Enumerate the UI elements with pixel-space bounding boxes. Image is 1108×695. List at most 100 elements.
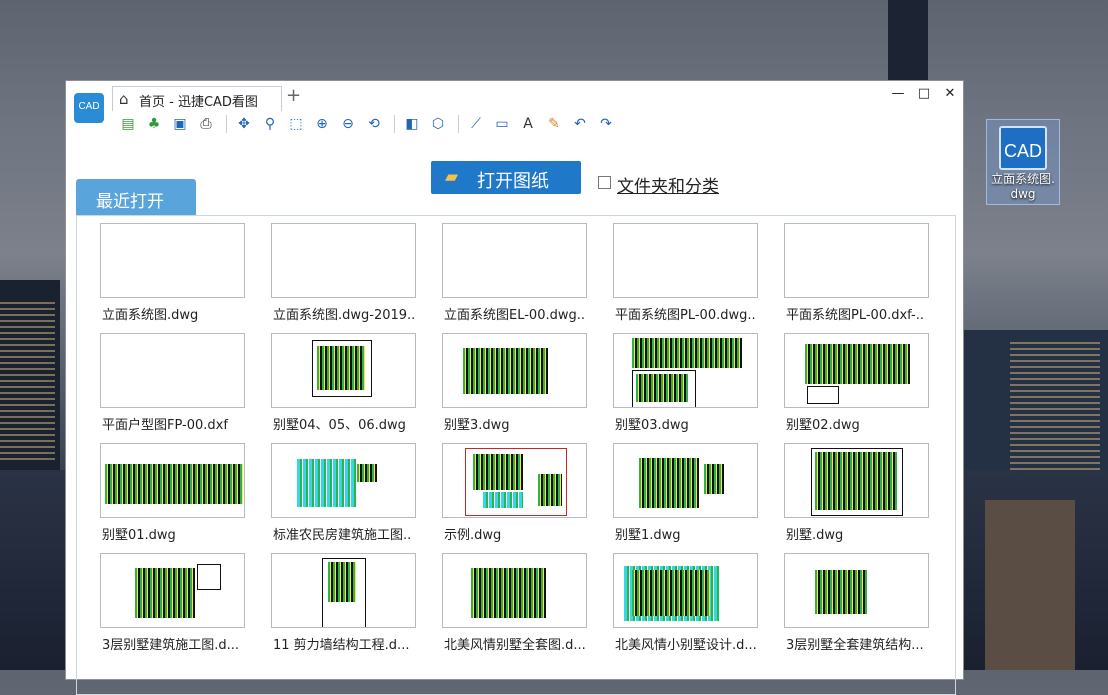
file-card[interactable]: 别墅01.dwg — [88, 443, 248, 553]
measure-rect-icon[interactable]: ▭ — [492, 114, 512, 134]
file-card[interactable]: 立面系统图EL-00.dwg.. — [430, 223, 590, 333]
file-card[interactable]: 北美风情别墅全套图.d... — [430, 553, 590, 663]
file-card[interactable]: 别墅03.dwg — [601, 333, 761, 443]
file-name: 立面系统图EL-00.dwg.. — [444, 308, 585, 323]
file-name: 北美风情别墅全套图.d... — [444, 638, 586, 653]
drawing-preview — [704, 464, 724, 494]
measure-line-icon[interactable]: ⟋ — [466, 114, 486, 134]
file-name: 别墅03.dwg — [615, 418, 689, 433]
file-thumbnail[interactable] — [271, 333, 416, 408]
file-thumbnail[interactable] — [442, 443, 587, 518]
file-name: 11 剪力墙结构工程.d... — [273, 638, 410, 653]
file-card[interactable]: 示例.dwg — [430, 443, 590, 553]
drawing-preview — [815, 570, 867, 614]
file-name: 别墅3.dwg — [444, 418, 510, 433]
file-card[interactable]: 3层别墅建筑施工图.d... — [88, 553, 248, 663]
file-thumbnail[interactable] — [613, 223, 758, 298]
zoom-previous-icon[interactable]: ⟲ — [364, 114, 384, 134]
undo-icon[interactable]: ↶ — [570, 114, 590, 134]
file-thumbnail[interactable] — [271, 223, 416, 298]
toolbar: ▤ ♣ ▣ ⎙ ✥ ⚲ ⬚ ⊕ ⊖ ⟲ ◧ ⬡ ⟋ ▭ A ✎ ↶ ↷ — [112, 112, 952, 136]
file-card[interactable]: 北美风情小别墅设计.d... — [601, 553, 761, 663]
pan-icon[interactable]: ✥ — [234, 114, 254, 134]
file-thumbnail[interactable] — [784, 443, 929, 518]
new-tab-button[interactable]: + — [286, 85, 301, 106]
minimize-button[interactable]: — — [887, 86, 909, 101]
drawing-preview — [471, 568, 546, 618]
desktop-file-icon[interactable]: CAD 立面系统图. dwg — [986, 119, 1060, 205]
open-drawing-button[interactable]: ▰ 打开图纸 — [431, 161, 581, 194]
file-card[interactable]: 3层别墅全套建筑结构... — [772, 553, 932, 663]
drawing-preview — [463, 348, 548, 394]
open-file-icon[interactable]: ▤ — [118, 114, 138, 134]
tab-home[interactable]: ⌂ 首页 - 迅捷CAD看图 — [112, 86, 282, 111]
file-card[interactable]: 立面系统图.dwg-2019.. — [259, 223, 419, 333]
zoom-window-icon[interactable]: ⚲ — [260, 114, 280, 134]
title-bar: CAD ⌂ 首页 - 迅捷CAD看图 + — □ ✕ — [66, 81, 963, 123]
file-thumbnail[interactable] — [613, 553, 758, 628]
drawing-preview — [473, 454, 523, 490]
file-name: 别墅04、05、06.dwg — [273, 418, 406, 433]
file-name: 别墅02.dwg — [786, 418, 860, 433]
file-thumbnail[interactable] — [100, 553, 245, 628]
text-icon[interactable]: A — [518, 114, 538, 134]
zoom-extents-icon[interactable]: ⬚ — [286, 114, 306, 134]
tab-recent[interactable]: 最近打开 — [76, 179, 196, 216]
file-card[interactable]: 别墅02.dwg — [772, 333, 932, 443]
folder-sort-label[interactable]: 文件夹和分类 — [617, 172, 719, 197]
file-thumbnail[interactable] — [442, 333, 587, 408]
file-name: 3层别墅建筑施工图.d... — [102, 638, 240, 653]
3d-view-icon[interactable]: ⬡ — [428, 114, 448, 134]
file-card[interactable]: 平面户型图FP-00.dxf — [88, 333, 248, 443]
maximize-button[interactable]: □ — [913, 86, 935, 101]
file-card[interactable]: 别墅1.dwg — [601, 443, 761, 553]
recent-tab-label: 最近打开 — [96, 192, 164, 212]
desktop-file-label: 立面系统图. dwg — [991, 172, 1055, 201]
file-thumbnail[interactable] — [100, 223, 245, 298]
drawing-preview — [815, 452, 897, 510]
file-name: 立面系统图.dwg — [102, 308, 199, 323]
file-thumbnail[interactable] — [271, 553, 416, 628]
file-card[interactable]: 立面系统图.dwg — [88, 223, 248, 333]
file-card[interactable]: 别墅04、05、06.dwg — [259, 333, 419, 443]
drawing-preview — [483, 492, 523, 508]
app-logo-icon: CAD — [74, 93, 104, 123]
file-card[interactable]: 平面系统图PL-00.dxf-.. — [772, 223, 932, 333]
file-card[interactable]: 平面系统图PL-00.dwg.. — [601, 223, 761, 333]
layer-icon[interactable]: ◧ — [402, 114, 422, 134]
file-thumbnail[interactable] — [784, 553, 929, 628]
file-thumbnail[interactable] — [613, 443, 758, 518]
recent-files-panel: 立面系统图.dwg 立面系统图.dwg-2019.. 立面系统图EL-00.dwg.… — [76, 215, 956, 695]
file-card[interactable]: 别墅.dwg — [772, 443, 932, 553]
save-icon[interactable]: ▣ — [170, 114, 190, 134]
drawing-preview — [197, 564, 221, 590]
drawing-preview — [317, 346, 365, 390]
drawing-preview — [807, 386, 839, 404]
file-card[interactable]: 11 剪力墙结构工程.d... — [259, 553, 419, 663]
file-thumbnail[interactable] — [100, 443, 245, 518]
drawing-preview — [538, 474, 562, 506]
markup-pen-icon[interactable]: ✎ — [544, 114, 564, 134]
close-button[interactable]: ✕ — [939, 86, 961, 101]
file-name: 平面户型图FP-00.dxf — [102, 418, 228, 433]
redo-icon[interactable]: ↷ — [596, 114, 616, 134]
file-thumbnail[interactable] — [442, 223, 587, 298]
zoom-in-icon[interactable]: ⊕ — [312, 114, 332, 134]
folder-sort-checkbox[interactable] — [598, 176, 611, 189]
zoom-out-icon[interactable]: ⊖ — [338, 114, 358, 134]
file-thumbnail[interactable] — [442, 553, 587, 628]
palm-tree-icon[interactable]: ♣ — [144, 114, 164, 134]
file-card[interactable]: 标准农民房建筑施工图.. — [259, 443, 419, 553]
print-icon[interactable]: ⎙ — [196, 114, 216, 134]
file-card[interactable]: 别墅3.dwg — [430, 333, 590, 443]
drawing-preview — [297, 459, 357, 507]
file-thumbnail[interactable] — [613, 333, 758, 408]
file-thumbnail[interactable] — [271, 443, 416, 518]
file-thumbnail[interactable] — [784, 223, 929, 298]
file-thumbnail[interactable] — [100, 333, 245, 408]
file-name: 别墅01.dwg — [102, 528, 176, 543]
tab-title: 首页 - 迅捷CAD看图 — [139, 95, 258, 110]
file-name: 别墅.dwg — [786, 528, 844, 543]
file-thumbnail[interactable] — [784, 333, 929, 408]
file-name: 平面系统图PL-00.dwg.. — [615, 308, 756, 323]
